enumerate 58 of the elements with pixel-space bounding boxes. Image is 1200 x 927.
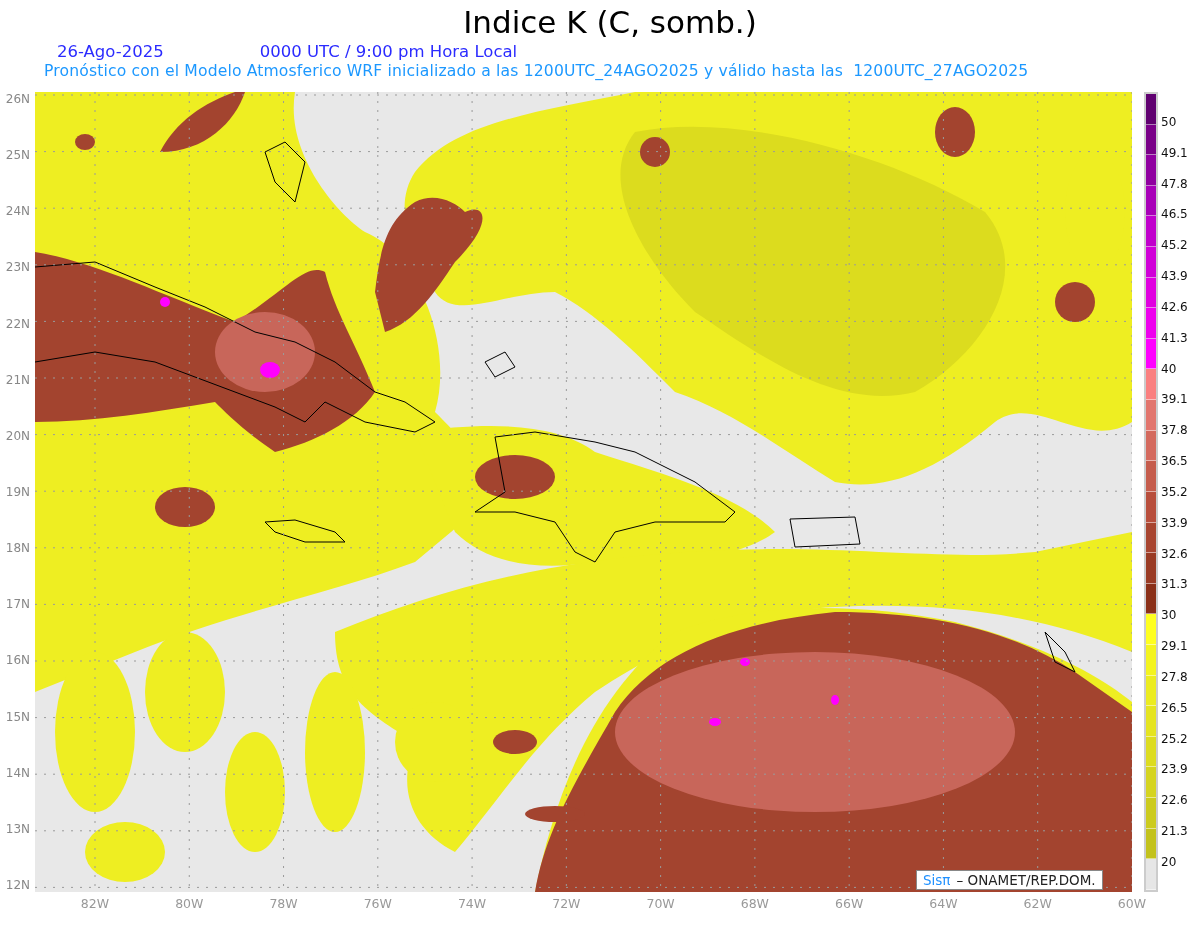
forecast-date: 26-Ago-2025: [57, 42, 164, 62]
colorbar-label: 33.9: [1161, 515, 1188, 530]
latitude-label: 15N: [4, 709, 30, 724]
latitude-label: 13N: [4, 821, 30, 836]
colorbar-label: 26.5: [1161, 700, 1188, 715]
latitude-label: 25N: [4, 148, 30, 163]
colorbar-label: 21.3: [1161, 824, 1188, 839]
latitude-label: 23N: [4, 260, 30, 275]
colorbar-label: 41.3: [1161, 330, 1188, 345]
colorbar-label: 46.5: [1161, 207, 1188, 222]
longitude-label: 74W: [457, 896, 488, 911]
longitude-label: 80W: [174, 896, 205, 911]
colorbar-label: 49.1: [1161, 145, 1188, 160]
colorbar-label: 30: [1161, 608, 1178, 623]
colorbar-label: 25.2: [1161, 731, 1188, 746]
colorbar-label: 23.9: [1161, 762, 1188, 777]
latitude-label: 19N: [4, 485, 30, 499]
colorbar-label: 31.3: [1161, 577, 1188, 592]
latitude-label: 14N: [4, 765, 30, 780]
latitude-label: 26N: [4, 92, 30, 106]
colorbar-label: 36.5: [1161, 454, 1188, 469]
colorbar-label: 43.9: [1161, 269, 1188, 284]
colorbar-label: 32.6: [1161, 546, 1188, 561]
colorbar-label: 40: [1161, 361, 1178, 376]
longitude-label: 62W: [1022, 896, 1053, 911]
colorbar-label: 47.8: [1161, 176, 1188, 191]
colorbar-label: 20: [1161, 854, 1178, 869]
chart-title: Indice K (C, somb.): [462, 3, 758, 42]
longitude-label: 78W: [268, 896, 299, 911]
latitude-label: 21N: [4, 372, 30, 387]
latitude-label: 17N: [4, 597, 30, 612]
longitude-label: 60W: [1116, 896, 1147, 911]
colorbar-label: 50: [1161, 115, 1178, 129]
chart-subtitle: Pronóstico con el Modelo Atmosferico WRF inicializado a las 1200UTC_24AGO2025 y válido hasta las 1200UTC_27AGO2025: [43, 62, 1030, 80]
longitude-label: 72W: [551, 896, 582, 911]
forecast-time: 0000 UTC / 9:00 pm Hora Local: [259, 42, 518, 62]
colorbar-label: 37.8: [1161, 423, 1188, 438]
colorbar-label: 35.2: [1161, 484, 1188, 499]
latitude-label: 22N: [4, 316, 30, 331]
colorbar-label: 39.1: [1161, 392, 1188, 407]
latitude-label: 20N: [4, 428, 30, 443]
longitude-label: 66W: [834, 896, 865, 911]
longitude-label: 70W: [645, 896, 676, 911]
latitude-label: 18N: [4, 541, 30, 556]
longitude-label: 76W: [362, 896, 393, 911]
latitude-label: 24N: [4, 204, 30, 219]
colorbar-label: 45.2: [1161, 238, 1188, 253]
logo-text: Sisπ: [923, 872, 951, 888]
latitude-label: 12N: [4, 877, 30, 892]
colorbar-label: 27.8: [1161, 669, 1188, 684]
colorbar-label: 29.1: [1161, 639, 1188, 654]
colorbar-label: 42.6: [1161, 299, 1188, 314]
longitude-label: 68W: [739, 896, 770, 911]
longitude-label: 82W: [80, 896, 110, 911]
credit-text: – ONAMET/REP.DOM.: [956, 872, 1096, 888]
longitude-label: 64W: [928, 896, 959, 911]
colorbar-label: 22.6: [1161, 793, 1188, 808]
latitude-label: 16N: [4, 653, 30, 668]
